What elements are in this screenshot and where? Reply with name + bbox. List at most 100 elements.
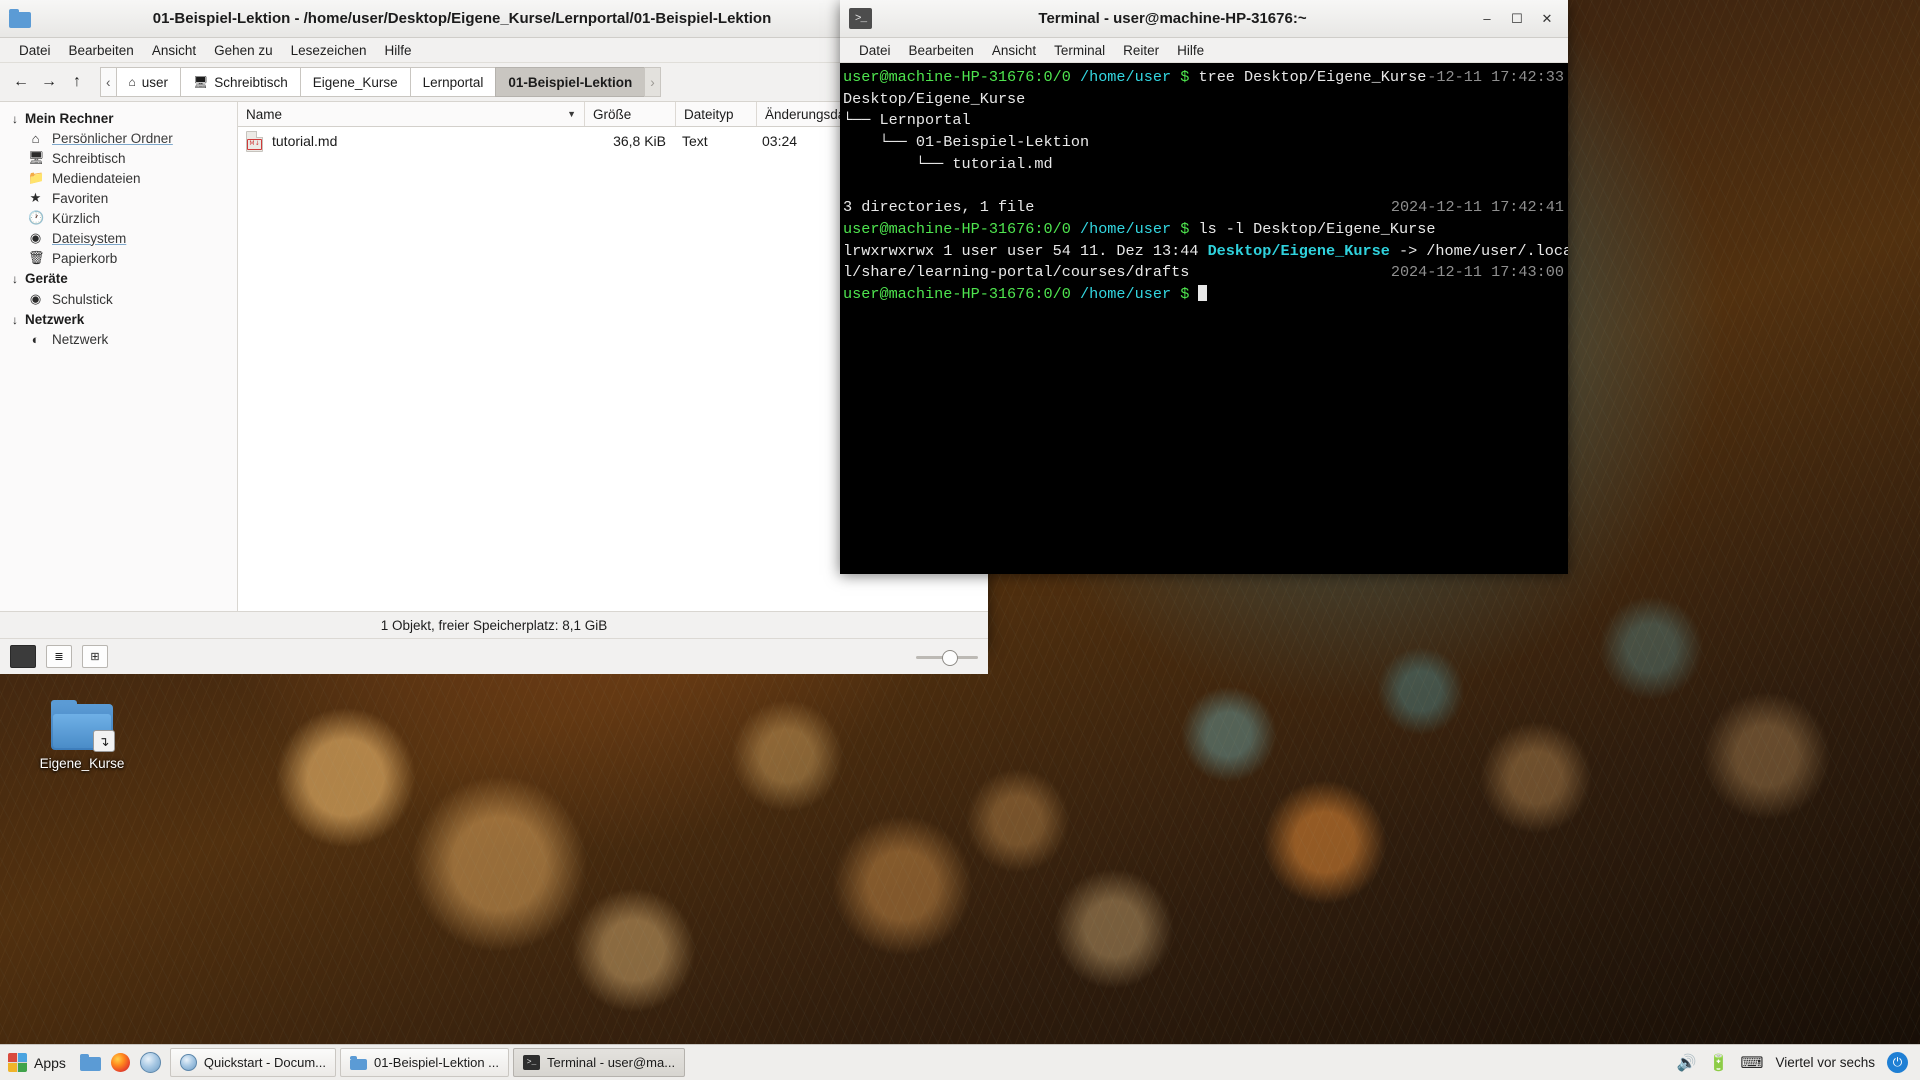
menu-lesezeichen[interactable]: Lesezeichen: [282, 41, 376, 60]
drive-icon: ◉: [29, 230, 42, 245]
compact-view-button[interactable]: ⊞: [82, 645, 108, 668]
terminal-timestamp: 2024-12-11 17:42:41: [1390, 198, 1564, 217]
sidebar-item-persoenlicher-ordner[interactable]: ⌂ Persönlicher Ordner: [0, 129, 237, 148]
desktop-icon-eigene-kurse[interactable]: ↴ Eigene_Kurse: [30, 700, 134, 771]
file-name-label: tutorial.md: [272, 133, 338, 149]
taskbar-window-terminal[interactable]: >_ Terminal - user@ma...: [513, 1048, 686, 1077]
sidebar-item-label: Papierkorb: [52, 250, 118, 266]
menu-datei[interactable]: Datei: [10, 41, 60, 60]
battery-icon[interactable]: 🔋: [1708, 1053, 1728, 1073]
taskbar-window-quickstart[interactable]: Quickstart - Docum...: [169, 1048, 336, 1077]
status-bar: 1 Objekt, freier Speicherplatz: 8,1 GiB: [0, 611, 988, 638]
breadcrumb-label: 01-Beispiel-Lektion: [508, 74, 633, 90]
terminal-line: 3 directories, 1 file 2024-12-11 17:42:41: [843, 197, 1568, 219]
breadcrumb[interactable]: ‹ ⌂ user 🖥 Schreibtisch Eigene_Kurse Ler…: [100, 67, 661, 97]
clock-icon: 🕐: [28, 210, 45, 225]
firefox-launcher[interactable]: [106, 1045, 136, 1080]
icon-view-button[interactable]: [10, 645, 36, 668]
sidebar-item-mediendateien[interactable]: 📁 Mediendateien: [0, 168, 237, 188]
zoom-slider[interactable]: [916, 649, 978, 666]
sidebar-item-schulstick[interactable]: ◉ Schulstick: [0, 289, 237, 309]
sidebar[interactable]: ↓ Mein Rechner ⌂ Persönlicher Ordner 🖥 S…: [0, 102, 238, 611]
terminal-window-controls[interactable]: – ☐ ✕: [1473, 5, 1561, 33]
detailed-view-button[interactable]: ≣: [46, 645, 72, 668]
terminal-output[interactable]: user@machine-HP-31676:0/0 /home/user $ t…: [840, 63, 1568, 574]
zoom-slider-handle[interactable]: [942, 649, 958, 666]
symlink-badge-icon: ↴: [93, 730, 115, 752]
menu-hilfe[interactable]: Hilfe: [375, 41, 420, 60]
terminal-line: └── 01-Beispiel-Lektion: [843, 132, 1568, 154]
maximize-button[interactable]: ☐: [1503, 5, 1531, 33]
clock[interactable]: Viertel vor sechs: [1775, 1055, 1875, 1070]
globe-icon: [140, 1052, 162, 1073]
terminal-line: └── tutorial.md: [843, 154, 1568, 176]
breadcrumb-item-01-beispiel-lektion[interactable]: 01-Beispiel-Lektion: [495, 67, 646, 97]
sidebar-group-mein-rechner[interactable]: ↓ Mein Rechner: [0, 108, 237, 129]
power-icon[interactable]: ⏻: [1887, 1052, 1908, 1073]
breadcrumb-item-lernportal[interactable]: Lernportal: [409, 67, 497, 97]
column-header-type[interactable]: Dateityp: [676, 102, 757, 126]
keyboard-icon[interactable]: ⌨: [1740, 1053, 1763, 1073]
up-button[interactable]: ↑: [66, 70, 88, 94]
star-icon: ★: [29, 190, 42, 205]
terminal-text: -> /home/user/.loca: [1389, 241, 1568, 260]
breadcrumb-scroll-right[interactable]: ›: [644, 67, 661, 97]
apps-menu-button[interactable]: Apps: [0, 1045, 76, 1080]
taskbar-window-label: Quickstart - Docum...: [203, 1055, 326, 1070]
sidebar-item-schreibtisch[interactable]: 🖥 Schreibtisch: [0, 148, 237, 168]
sidebar-item-dateisystem[interactable]: ◉ Dateisystem: [0, 228, 237, 248]
back-button[interactable]: ←: [10, 70, 32, 94]
volume-icon[interactable]: 🔊: [1677, 1053, 1697, 1073]
minimize-button[interactable]: –: [1473, 5, 1501, 33]
terminal-line: user@machine-HP-31676:0/0 /home/user $ t…: [843, 67, 1568, 89]
terminal-titlebar[interactable]: >_ Terminal - user@machine-HP-31676:~ – …: [840, 0, 1568, 38]
sidebar-item-netzwerk[interactable]: ◐ Netzwerk: [0, 330, 237, 349]
system-tray[interactable]: 🔊 🔋 ⌨ Viertel vor sechs ⏻: [1677, 1052, 1920, 1073]
menu-ansicht[interactable]: Ansicht: [983, 41, 1045, 60]
column-header-size[interactable]: Größe: [585, 102, 676, 126]
menu-terminal[interactable]: Terminal: [1045, 41, 1114, 60]
menu-bearbeiten[interactable]: Bearbeiten: [60, 41, 143, 60]
browser-launcher[interactable]: [136, 1045, 166, 1080]
terminal-text: lrwxrwxrwx 1 user user 54 11. Dez 13:44: [843, 241, 1208, 260]
taskbar[interactable]: Apps Quickstart - Docum... 01-Beispiel-L…: [0, 1044, 1920, 1080]
sidebar-item-papierkorb[interactable]: 🗑 Papierkorb: [0, 248, 237, 268]
terminal-text: Desktop/Eigene_Kurse: [843, 89, 1026, 108]
sidebar-item-favoriten[interactable]: ★ Favoriten: [0, 188, 237, 208]
folder-icon: [80, 1054, 102, 1071]
sidebar-item-label: Favoriten: [52, 190, 109, 206]
close-button[interactable]: ✕: [1533, 5, 1561, 33]
menu-gehen-zu[interactable]: Gehen zu: [205, 41, 282, 60]
terminal-text: user@machine-HP-31676:0/0: [843, 219, 1080, 238]
breadcrumb-item-user[interactable]: ⌂ user: [115, 67, 182, 97]
sidebar-group-label: Mein Rechner: [25, 111, 114, 126]
file-manager-launcher[interactable]: [76, 1045, 106, 1080]
sidebar-group-netzwerk[interactable]: ↓ Netzwerk: [0, 309, 237, 330]
terminal-menubar[interactable]: Datei Bearbeiten Ansicht Terminal Reiter…: [840, 38, 1568, 63]
terminal-window[interactable]: >_ Terminal - user@machine-HP-31676:~ – …: [840, 0, 1568, 574]
menu-reiter[interactable]: Reiter: [1114, 41, 1168, 60]
menu-datei[interactable]: Datei: [850, 41, 900, 60]
breadcrumb-scroll-left[interactable]: ‹: [100, 67, 117, 97]
terminal-icon: >_: [849, 8, 872, 29]
breadcrumb-item-eigene-kurse[interactable]: Eigene_Kurse: [299, 67, 411, 97]
menu-hilfe[interactable]: Hilfe: [1168, 41, 1213, 60]
menu-ansicht[interactable]: Ansicht: [143, 41, 205, 60]
breadcrumb-item-schreibtisch[interactable]: 🖥 Schreibtisch: [180, 67, 301, 97]
sidebar-item-kuerzlich[interactable]: 🕐 Kürzlich: [0, 208, 237, 228]
breadcrumb-label: Schreibtisch: [214, 74, 288, 90]
file-manager-bottom-toolbar[interactable]: ≣ ⊞: [0, 638, 988, 674]
apps-menu-label: Apps: [34, 1054, 66, 1071]
column-header-name[interactable]: Name ▼: [238, 102, 585, 126]
terminal-text: └── Lernportal: [843, 111, 971, 130]
menu-bearbeiten[interactable]: Bearbeiten: [900, 41, 983, 60]
sidebar-group-geraete[interactable]: ↓ Geräte: [0, 268, 237, 289]
terminal-text: ls -l Desktop/Eigene_Kurse: [1198, 219, 1436, 238]
taskbar-window-file-manager[interactable]: 01-Beispiel-Lektion ...: [340, 1048, 510, 1077]
terminal-text: /home/user: [1079, 284, 1181, 303]
forward-button[interactable]: →: [38, 70, 60, 94]
file-name-cell[interactable]: M↓ tutorial.md: [238, 130, 584, 152]
terminal-text: $: [1180, 219, 1199, 238]
markdown-badge-icon: M↓: [247, 138, 262, 150]
